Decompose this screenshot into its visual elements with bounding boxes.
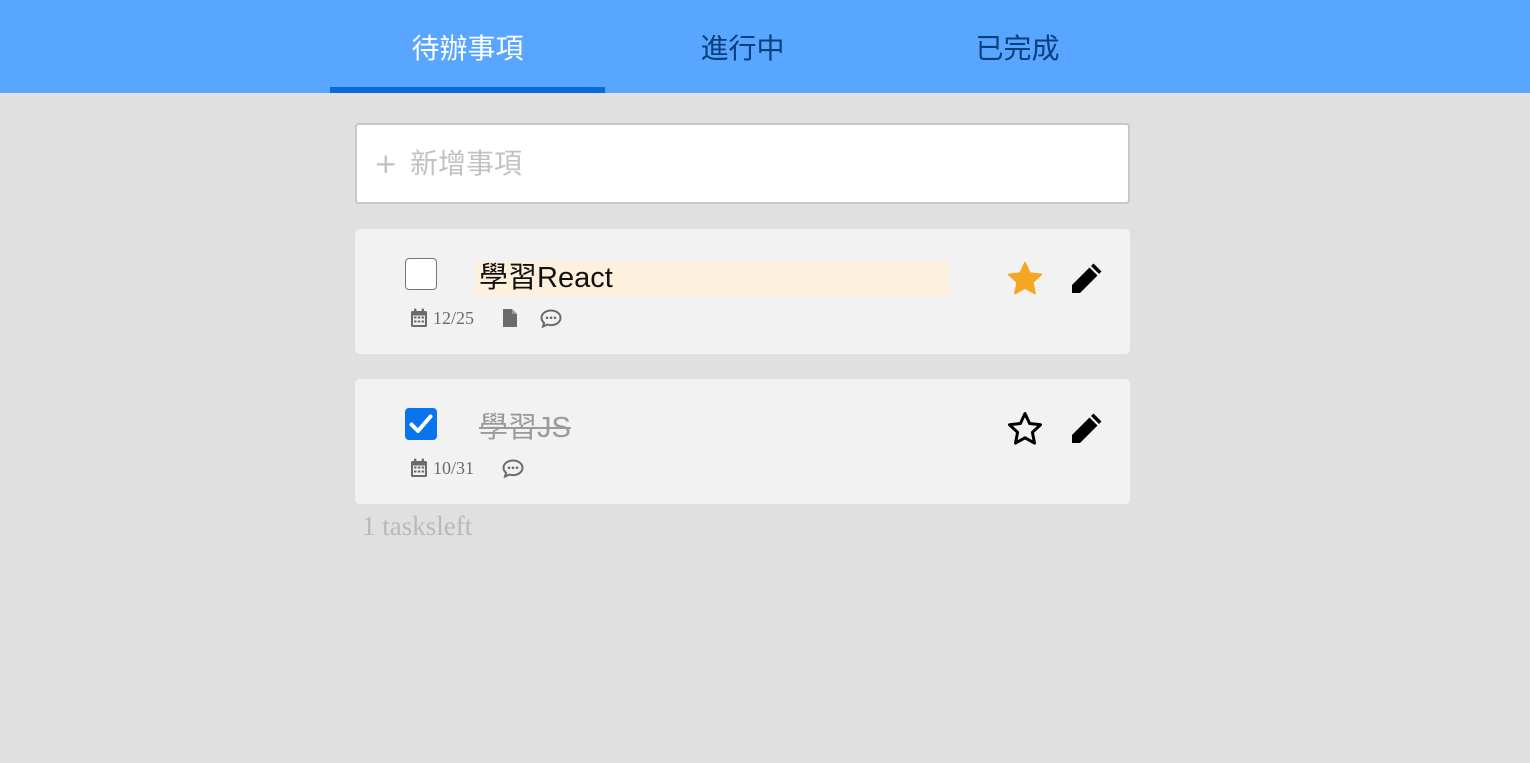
comment-icon	[502, 458, 524, 478]
tab-todo-label: 待辦事項	[411, 31, 524, 65]
top-navigation-bar: 待辦事項 進行中 已完成	[0, 0, 1530, 93]
task-due-date: 12/25	[433, 307, 475, 328]
task-title: 學習React	[475, 261, 949, 295]
add-task-box[interactable]: +	[355, 123, 1130, 204]
calendar-icon	[410, 458, 428, 478]
tab-todo[interactable]: 待辦事項	[330, 0, 605, 93]
tasks-left-count: 1 tasksleft	[362, 511, 473, 541]
add-task-input[interactable]	[408, 146, 1092, 181]
task-due-date: 10/31	[433, 457, 475, 478]
task-card: 學習React 12/25	[355, 229, 1130, 354]
calendar-icon	[410, 308, 428, 328]
plus-icon: +	[374, 146, 398, 180]
task-meta: 10/31	[410, 457, 524, 479]
star-outline-icon[interactable]	[1006, 410, 1044, 448]
task-checkbox[interactable]	[405, 258, 437, 290]
comment-icon	[540, 308, 562, 328]
file-icon	[502, 308, 518, 328]
tab-completed[interactable]: 已完成	[880, 0, 1155, 93]
task-card: 學習JS 10/31	[355, 379, 1130, 504]
task-title: 學習JS	[479, 412, 571, 444]
tab-completed-label: 已完成	[975, 31, 1060, 65]
tab-in-progress-label: 進行中	[700, 31, 785, 65]
task-checkbox-checked[interactable]	[405, 408, 437, 440]
star-icon[interactable]	[1006, 260, 1044, 298]
task-meta: 12/25	[410, 307, 562, 329]
pencil-icon[interactable]	[1068, 261, 1104, 297]
pencil-icon[interactable]	[1068, 411, 1104, 447]
tab-in-progress[interactable]: 進行中	[605, 0, 880, 93]
